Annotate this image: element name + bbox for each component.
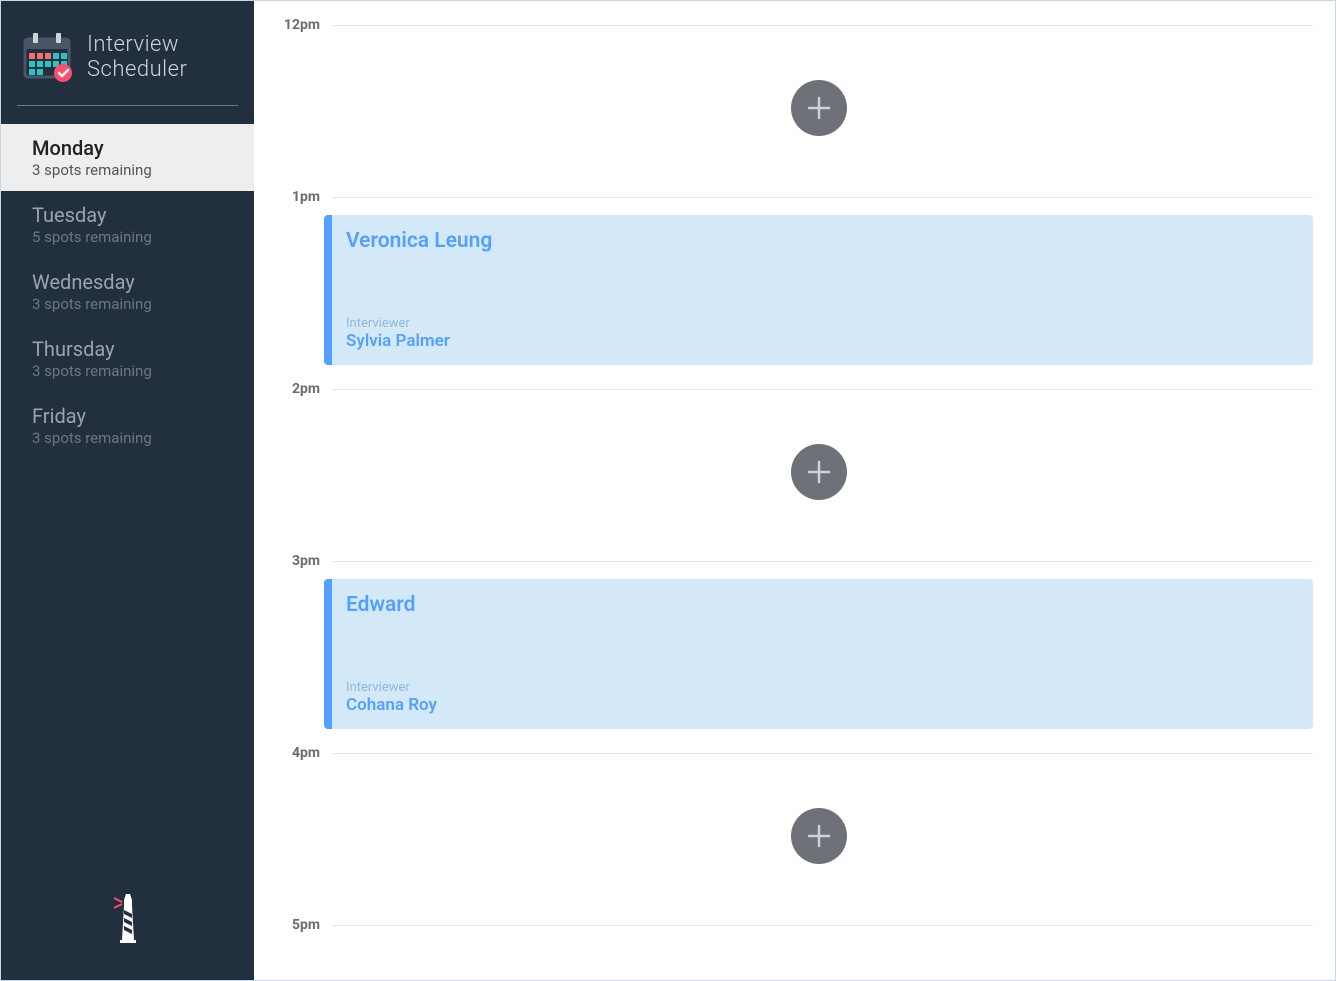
day-spots: 3 spots remaining (32, 362, 238, 380)
appointment-student: Edward (346, 593, 1293, 617)
interviewer-name: Sylvia Palmer (346, 331, 1293, 351)
slot-header: 5pm (276, 911, 1313, 933)
slot-time: 3pm (282, 553, 320, 569)
lighthouse-icon (112, 894, 144, 948)
slot-body: Veronica Leung InterviewerSylvia Palmer (276, 205, 1313, 375)
day-name: Monday (32, 136, 238, 160)
slot-header: 2pm (276, 375, 1313, 397)
sidebar: Interview Scheduler Monday3 spots remain… (1, 1, 254, 980)
slot-divider (332, 753, 1313, 754)
schedule: 12pm1pmVeronica LeungInterviewerSylvia P… (254, 1, 1335, 980)
appointment-card[interactable]: Edward InterviewerCohana Roy (324, 579, 1313, 729)
appointment-interviewer-block: InterviewerCohana Roy (346, 680, 1293, 715)
slot-header: 4pm (276, 739, 1313, 761)
day-name: Thursday (32, 337, 238, 361)
time-slot: 3pm Edward InterviewerCohana Roy (276, 547, 1313, 739)
slot-divider (332, 925, 1313, 926)
time-slot: 12pm (276, 11, 1313, 183)
app-title-line2: Scheduler (87, 57, 187, 82)
plus-icon (805, 458, 833, 486)
plus-icon (805, 94, 833, 122)
sidebar-item-monday[interactable]: Monday3 spots remaining (1, 124, 254, 191)
slot-time: 5pm (282, 917, 320, 933)
slot-body (276, 33, 1313, 183)
interviewer-label: Interviewer (346, 680, 1293, 695)
sidebar-item-friday[interactable]: Friday3 spots remaining (1, 392, 254, 459)
time-slot: 5pm (276, 911, 1313, 980)
app-root: Interview Scheduler Monday3 spots remain… (0, 0, 1336, 981)
appointment-interviewer-block: InterviewerSylvia Palmer (346, 316, 1293, 351)
sidebar-separator (17, 105, 238, 106)
slot-time: 12pm (282, 17, 320, 33)
plus-icon (805, 822, 833, 850)
time-slot: 1pm Veronica Leung InterviewerSylvia Palme… (276, 183, 1313, 375)
slot-header: 12pm (276, 11, 1313, 33)
appointment-student: Veronica Leung (346, 229, 1293, 253)
add-appointment-button[interactable] (791, 80, 847, 136)
footer-logo (1, 894, 254, 948)
slot-time: 2pm (282, 381, 320, 397)
sidebar-item-tuesday[interactable]: Tuesday5 spots remaining (1, 191, 254, 258)
day-list: Monday3 spots remainingTuesday5 spots re… (1, 124, 254, 459)
slot-divider (332, 389, 1313, 390)
sidebar-item-thursday[interactable]: Thursday3 spots remaining (1, 325, 254, 392)
app-title: Interview Scheduler (87, 32, 187, 83)
slot-header: 3pm (276, 547, 1313, 569)
time-slot: 2pm (276, 375, 1313, 547)
slot-divider (332, 561, 1313, 562)
calendar-check-icon (19, 29, 75, 85)
slot-time: 1pm (282, 189, 320, 205)
day-spots: 3 spots remaining (32, 429, 238, 447)
slot-time: 4pm (282, 745, 320, 761)
add-appointment-button[interactable] (791, 808, 847, 864)
day-spots: 5 spots remaining (32, 228, 238, 246)
day-name: Friday (32, 404, 238, 428)
day-name: Wednesday (32, 270, 238, 294)
interviewer-name: Cohana Roy (346, 695, 1293, 715)
slot-body (276, 761, 1313, 911)
appointment-card[interactable]: Veronica Leung InterviewerSylvia Palmer (324, 215, 1313, 365)
slot-body (276, 397, 1313, 547)
slot-divider (332, 25, 1313, 26)
day-spots: 3 spots remaining (32, 161, 238, 179)
sidebar-item-wednesday[interactable]: Wednesday3 spots remaining (1, 258, 254, 325)
time-slot: 4pm (276, 739, 1313, 911)
day-name: Tuesday (32, 203, 238, 227)
slot-divider (332, 197, 1313, 198)
slot-body: Edward InterviewerCohana Roy (276, 569, 1313, 739)
app-title-line1: Interview (87, 32, 187, 57)
add-appointment-button[interactable] (791, 444, 847, 500)
day-spots: 3 spots remaining (32, 295, 238, 313)
app-logo: Interview Scheduler (1, 1, 254, 97)
interviewer-label: Interviewer (346, 316, 1293, 331)
slot-header: 1pm (276, 183, 1313, 205)
